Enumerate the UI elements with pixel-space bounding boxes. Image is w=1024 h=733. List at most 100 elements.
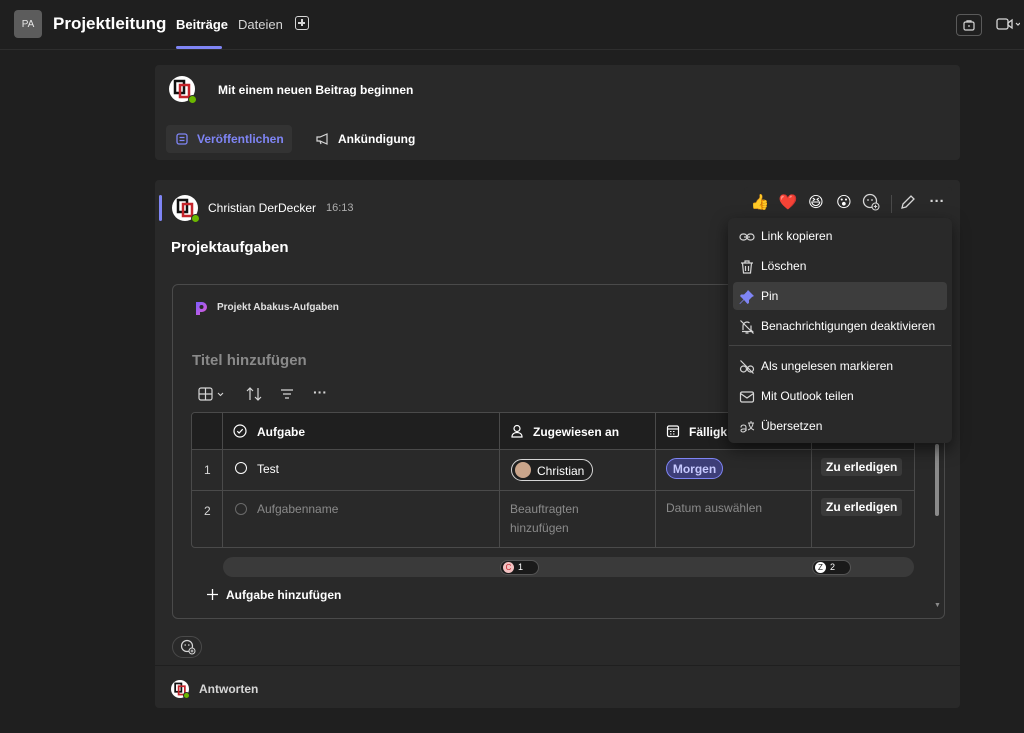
reply-divider: [155, 665, 960, 666]
collaborator-cursor[interactable]: C 1: [500, 560, 539, 575]
pin-icon: [739, 289, 755, 305]
menu-item-label: Löschen: [761, 259, 807, 273]
menu-item-label: Als ungelesen markieren: [761, 359, 894, 373]
surprised-icon[interactable]: 😮: [834, 193, 854, 213]
assignee-placeholder[interactable]: Beauftragten hinzufügen: [510, 500, 620, 538]
add-task-button[interactable]: Aufgabe hinzufügen: [206, 588, 341, 602]
menu-item-label: Link kopieren: [761, 229, 833, 243]
trash-icon: [739, 259, 755, 275]
megaphone-icon: [316, 133, 328, 145]
vertical-scrollbar-thumb[interactable]: [935, 444, 939, 516]
active-tab-indicator: [176, 46, 222, 49]
filter-icon[interactable]: [279, 386, 295, 402]
add-reaction-icon: [180, 639, 196, 655]
task-name[interactable]: Test: [257, 462, 279, 476]
due-date-placeholder[interactable]: Datum auswählen: [666, 499, 762, 518]
video-camera-icon[interactable]: [996, 16, 1020, 32]
title-input[interactable]: Titel hinzufügen: [192, 352, 307, 369]
presence-available-icon: [191, 214, 200, 223]
reaction-bar: 👍 ❤️ 😆 😮 ···: [744, 187, 952, 219]
collaborator-initial: Z: [815, 562, 826, 573]
task-complete-checkbox[interactable]: [235, 503, 247, 515]
tab-beitraege[interactable]: Beiträge: [176, 17, 228, 32]
thumbs-up-icon[interactable]: 👍: [750, 193, 770, 213]
publish-label: Veröffentlichen: [197, 132, 284, 146]
top-bar: PA Projektleitung Beiträge Dateien: [0, 0, 1024, 50]
task-name-placeholder[interactable]: Aufgabenname: [257, 500, 338, 519]
heart-icon[interactable]: ❤️: [778, 193, 798, 213]
briefcase-icon: [963, 20, 975, 31]
reply-button[interactable]: Antworten: [199, 682, 258, 696]
add-tab-icon[interactable]: [295, 16, 309, 30]
add-reaction-icon[interactable]: [862, 193, 882, 213]
apps-button[interactable]: [956, 14, 982, 36]
row-number: 2: [204, 504, 211, 518]
publish-button[interactable]: Veröffentlichen: [166, 125, 292, 153]
more-options-icon[interactable]: ···: [927, 193, 947, 213]
row-number-header: [192, 413, 223, 450]
link-icon: [739, 229, 755, 245]
table-view-icon[interactable]: [198, 386, 228, 402]
team-name: Projektleitung: [53, 14, 167, 33]
calendar-icon: [666, 424, 680, 438]
mail-icon: [739, 389, 755, 405]
menu-item-label: Übersetzen: [761, 419, 823, 433]
team-avatar[interactable]: PA: [14, 10, 42, 38]
presence-available-icon: [188, 95, 197, 104]
menu-separator: [729, 345, 951, 346]
laugh-icon[interactable]: 😆: [806, 193, 826, 213]
column-label-task: Aufgabe: [257, 425, 305, 439]
menu-item-mute-notifications[interactable]: Benachrichtigungen deaktivieren: [733, 312, 947, 340]
scroll-down-arrow-icon[interactable]: ▼: [934, 602, 941, 609]
post-icon: [176, 133, 188, 145]
plus-icon: [207, 589, 218, 600]
sort-icon[interactable]: [245, 386, 263, 402]
unread-indicator: [159, 195, 162, 221]
assignee-name: Christian: [537, 464, 585, 478]
row-number: 1: [204, 463, 211, 477]
menu-item-pin[interactable]: Pin: [733, 282, 947, 310]
collaborator-initial: C: [503, 562, 514, 573]
announcement-label: Ankündigung: [338, 132, 416, 146]
menu-item-label: Benachrichtigungen deaktivieren: [761, 319, 936, 333]
glasses-icon: [739, 359, 755, 375]
post-title: Projektaufgaben: [171, 239, 289, 256]
due-date-chip[interactable]: Morgen: [666, 458, 723, 479]
menu-item-share-outlook[interactable]: Mit Outlook teilen: [733, 382, 947, 410]
task-complete-checkbox[interactable]: [235, 462, 247, 474]
new-post-prompt[interactable]: Mit einem neuen Beitrag beginnen: [218, 83, 413, 97]
menu-item-copy-link[interactable]: Link kopieren: [733, 222, 947, 250]
menu-item-label: Mit Outlook teilen: [761, 389, 854, 403]
announcement-button[interactable]: Ankündigung: [314, 125, 424, 153]
edit-icon[interactable]: [899, 193, 919, 213]
loop-logo-icon: [193, 300, 209, 316]
more-toolbar-icon[interactable]: ···: [313, 384, 327, 400]
assignee-avatar: [515, 462, 531, 478]
menu-item-delete[interactable]: Löschen: [733, 252, 947, 280]
add-reaction-button[interactable]: [172, 636, 202, 658]
menu-item-translate[interactable]: Übersetzen: [733, 412, 947, 440]
collaborator-cursor[interactable]: Z 2: [812, 560, 851, 575]
menu-item-label: Pin: [761, 289, 779, 303]
add-task-label: Aufgabe hinzufügen: [226, 588, 342, 602]
tab-dateien[interactable]: Dateien: [238, 17, 283, 32]
row-number-cell: [192, 491, 223, 547]
bell-off-icon: [739, 319, 755, 335]
assignee-chip[interactable]: Christian: [511, 459, 593, 481]
person-icon: [510, 424, 524, 438]
collaborator-count: 1: [518, 562, 524, 572]
menu-item-mark-unread[interactable]: Als ungelesen markieren: [733, 352, 947, 380]
translate-icon: [739, 419, 755, 435]
collaborator-count: 2: [830, 562, 836, 572]
column-label-assignee: Zugewiesen an: [533, 425, 620, 439]
post-time: 16:13: [326, 202, 354, 214]
column-label-due: Fälligk: [689, 425, 728, 439]
status-badge[interactable]: Zu erledigen: [821, 458, 903, 476]
reaction-separator: [891, 195, 892, 213]
post-author[interactable]: Christian DerDecker: [208, 201, 316, 215]
check-circle-icon: [233, 424, 247, 438]
loop-component-name[interactable]: Projekt Abakus-Aufgaben: [217, 302, 339, 313]
presence-available-icon: [183, 692, 190, 699]
status-badge[interactable]: Zu erledigen: [821, 498, 903, 516]
horizontal-scrollbar[interactable]: [223, 557, 914, 577]
